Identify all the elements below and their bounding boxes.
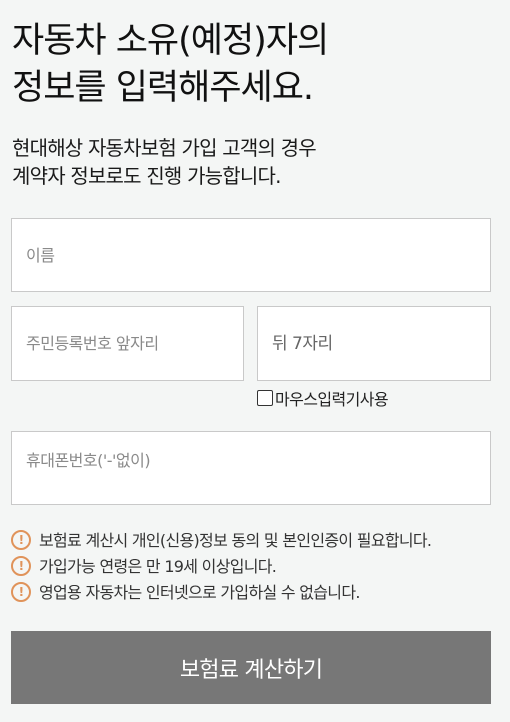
- page-subtitle-line1: 현대해상 자동차보험 가입 고객의 경우: [12, 136, 317, 160]
- mouse-input-checkbox[interactable]: [257, 390, 273, 406]
- notice-item: ! 보험료 계산시 개인(신용)정보 동의 및 본인인증이 필요합니다.: [11, 526, 432, 552]
- exclamation-circle-icon: !: [11, 530, 31, 550]
- calculate-premium-button[interactable]: 보험료 계산하기: [11, 631, 491, 704]
- exclamation-circle-icon: !: [11, 582, 31, 602]
- exclamation-circle-icon: !: [11, 556, 31, 576]
- page-subtitle-line2: 계약자 정보로도 진행 가능합니다.: [12, 164, 281, 188]
- notice-text: 보험료 계산시 개인(신용)정보 동의 및 본인인증이 필요합니다.: [39, 531, 432, 550]
- notice-text: 영업용 자동차는 인터넷으로 가입하실 수 없습니다.: [39, 583, 360, 602]
- mouse-input-label: 마우스입력기사용: [275, 390, 389, 409]
- name-input[interactable]: [11, 218, 491, 292]
- mouse-input-toggle[interactable]: 마우스입력기사용: [257, 386, 389, 410]
- resident-number-front-input[interactable]: [11, 306, 244, 381]
- page-subtitle: 현대해상 자동차보험 가입 고객의 경우 계약자 정보로도 진행 가능합니다.: [12, 134, 317, 190]
- page-title-line1: 자동차 소유(예정)자의: [12, 21, 329, 61]
- resident-number-back-input[interactable]: [257, 306, 491, 381]
- phone-field[interactable]: [11, 431, 491, 505]
- notice-list: ! 보험료 계산시 개인(신용)정보 동의 및 본인인증이 필요합니다. ! 가…: [11, 526, 432, 604]
- page-title: 자동차 소유(예정)자의 정보를 입력해주세요.: [12, 18, 329, 112]
- notice-item: ! 가입가능 연령은 만 19세 이상입니다.: [11, 552, 431, 578]
- phone-input[interactable]: [12, 432, 490, 476]
- page-title-line2: 정보를 입력해주세요.: [12, 68, 314, 108]
- notice-text: 가입가능 연령은 만 19세 이상입니다.: [39, 557, 277, 576]
- notice-item: ! 영업용 자동차는 인터넷으로 가입하실 수 없습니다.: [11, 578, 431, 604]
